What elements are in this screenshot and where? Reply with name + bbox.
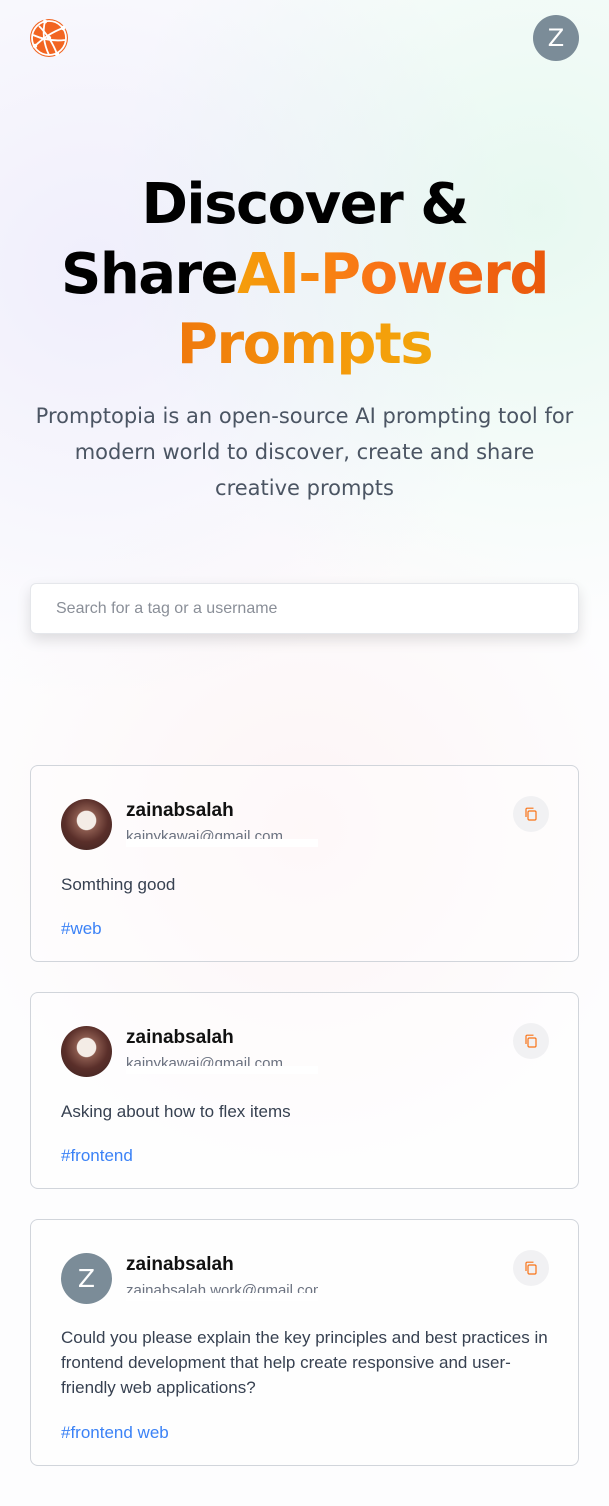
card-username[interactable]: zainabsalah [126,1027,234,1049]
card-email: zainabsalah.work@gmail.com [126,1282,318,1304]
card-email: kainykawai@gmail.com [126,1055,318,1077]
card-username[interactable]: zainabsalah [126,800,234,822]
prompt-card: zainabsalah kainykawai@gmail.com Asking … [30,992,579,1189]
card-prompt: Asking about how to flex items [61,1102,291,1121]
copy-button[interactable] [513,796,549,832]
copy-icon [525,1034,537,1048]
hero-title-line-1: Discover & [141,172,469,237]
card-tag[interactable]: #frontend [61,1146,133,1166]
hero-title-line-2: ShareAI-Powerd [20,240,589,310]
prompt-card: Z zainabsalah zainabsalah.work@gmail.com… [30,1219,579,1466]
card-email: kainykawai@gmail.com [126,828,318,850]
card-tag[interactable]: #frontend web [61,1423,169,1443]
avatar[interactable] [61,799,112,850]
logo-globe-icon[interactable] [29,18,69,58]
hero-title-accent: AI-Powerd [237,242,549,307]
hero-description: Promptopia is an open-source AI promptin… [35,404,574,500]
profile-avatar[interactable]: Z [533,15,579,61]
search-input[interactable] [31,584,578,633]
card-prompt: Somthing good [61,875,176,894]
card-username[interactable]: zainabsalah [126,1254,234,1276]
card-tag[interactable]: #web [61,919,102,939]
avatar[interactable]: Z [61,1253,112,1304]
copy-icon [525,1261,537,1275]
avatar[interactable] [61,1026,112,1077]
search-form [30,583,579,634]
hero-title: Discover & ShareAI-Powerd Prompts [20,170,589,380]
prompt-card: zainabsalah kainykawai@gmail.com Somthin… [30,765,579,962]
copy-icon [525,807,537,821]
hero-title-share: Share [61,242,239,307]
copy-button[interactable] [513,1250,549,1286]
card-prompt: Could you please explain the key princip… [61,1328,548,1397]
copy-button[interactable] [513,1023,549,1059]
navbar: Z [0,0,609,80]
hero-title-line-3: Prompts [20,310,589,380]
